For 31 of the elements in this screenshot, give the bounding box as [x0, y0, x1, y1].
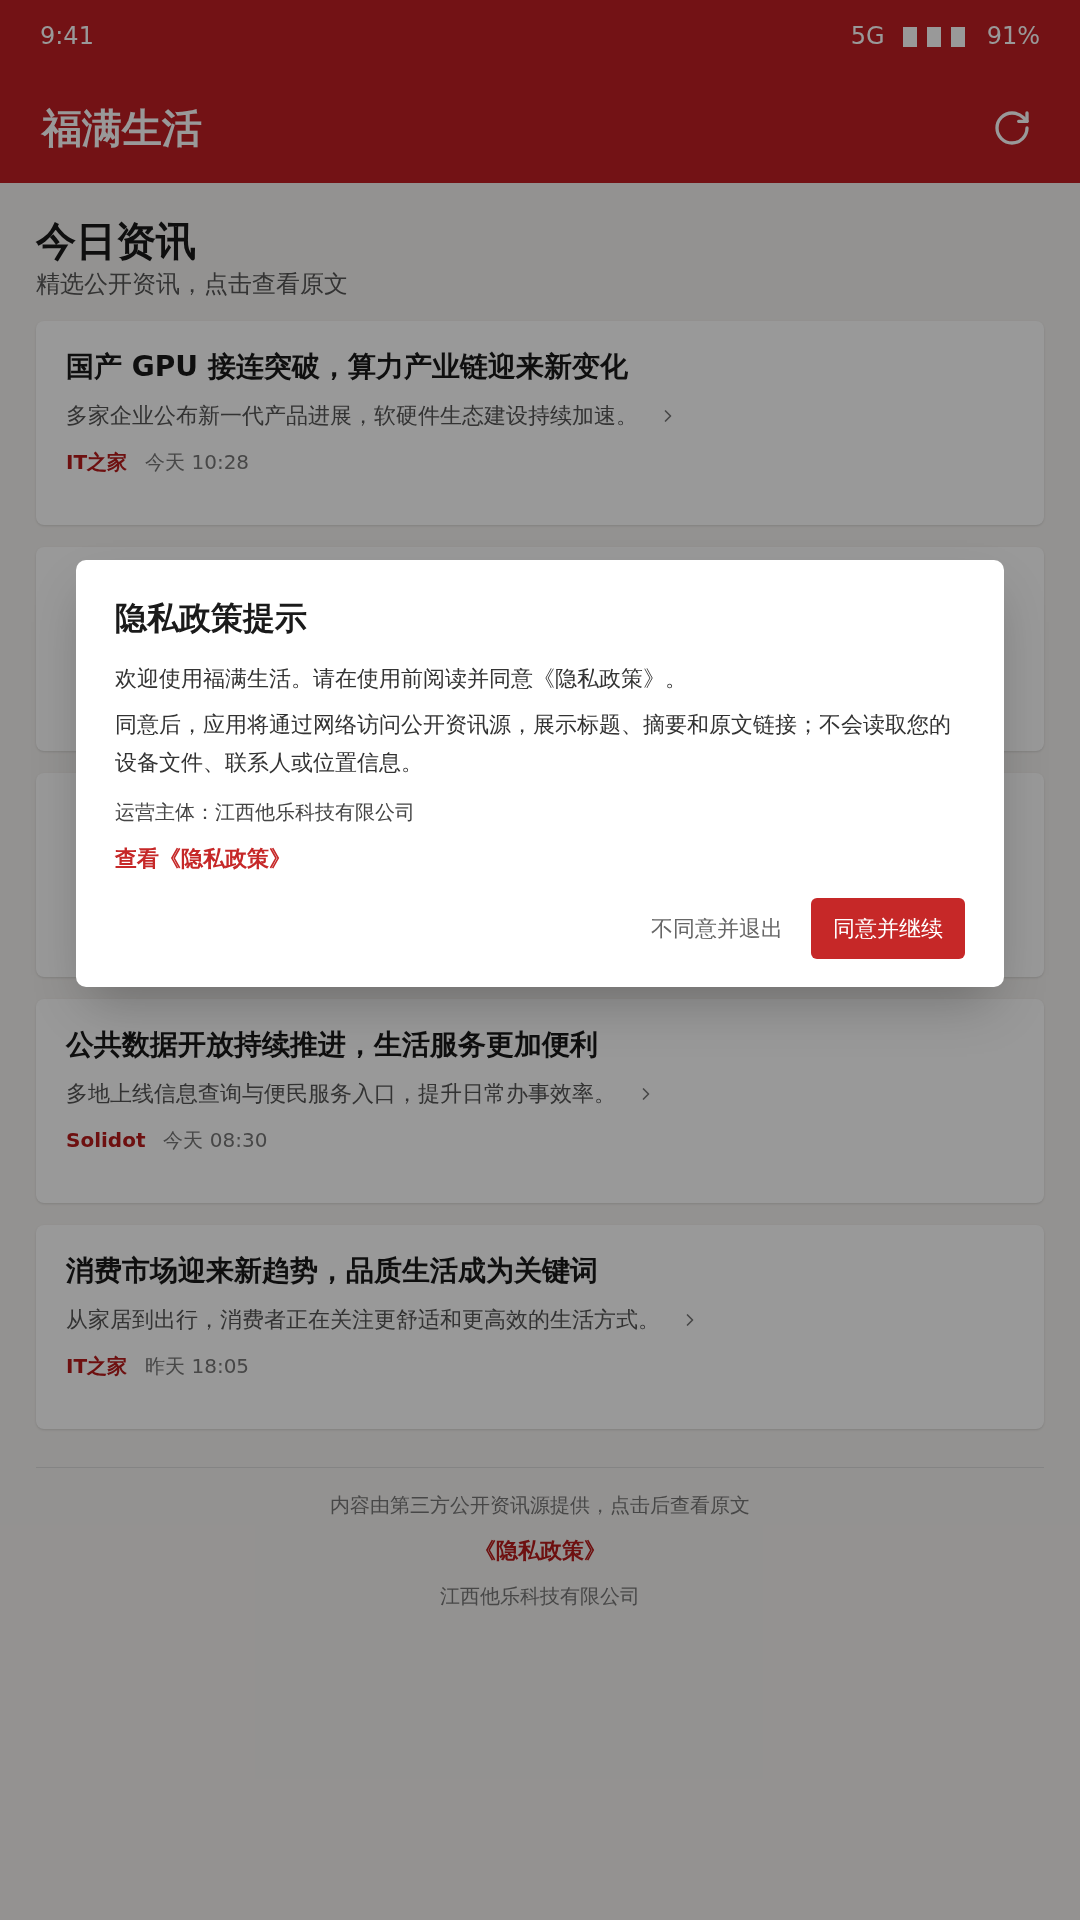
news-card[interactable]: 国产 GPU 接连突破，算力产业链迎来新变化 多家企业公布新一代产品进展，软硬件生态建设持续加速。 IT之家 今天 10:28	[36, 321, 1044, 525]
section-title: 今日资讯	[36, 217, 197, 266]
news-title: 消费市场迎来新趋势，品质生活成为关键词	[66, 1253, 599, 1289]
decline-button[interactable]: 不同意并退出	[649, 898, 785, 959]
news-summary: 多地上线信息查询与便民服务入口，提升日常办事效率。	[66, 1080, 616, 1108]
battery-label: 91%	[986, 21, 1040, 52]
news-source: IT之家	[66, 1353, 128, 1380]
view-policy-link[interactable]: 查看《隐私政策》	[115, 842, 965, 876]
news-source: IT之家	[66, 449, 128, 476]
news-title: 公共数据开放持续推进，生活服务更加便利	[66, 1027, 599, 1063]
news-summary: 从家居到出行，消费者正在关注更舒适和更高效的生活方式。	[66, 1306, 660, 1334]
news-card[interactable]: 消费市场迎来新趋势，品质生活成为关键词 从家居到出行，消费者正在关注更舒适和更高效的生活方式。 IT之家 昨天 18:05	[36, 1225, 1044, 1429]
operator-text: 运营主体：江西他乐科技有限公司	[115, 799, 416, 826]
status-time: 9:41	[40, 21, 94, 52]
news-time: 今天 10:28	[145, 449, 250, 476]
privacy-policy-link[interactable]: 《隐私政策》	[474, 1534, 606, 1567]
news-source: Solidot	[66, 1127, 146, 1154]
dialog-paragraph: 欢迎使用福满生活。请在使用前阅读并同意《隐私政策》。	[115, 665, 688, 693]
news-time: 今天 08:30	[163, 1127, 268, 1154]
footer-company: 江西他乐科技有限公司	[440, 1583, 640, 1610]
footer-note: 内容由第三方公开资讯源提供，点击后查看原文	[330, 1492, 750, 1519]
news-card[interactable]: 公共数据开放持续推进，生活服务更加便利 多地上线信息查询与便民服务入口，提升日常办事效率。 Solidot 今天 08:30	[36, 999, 1044, 1203]
dialog-title: 隐私政策提示	[115, 598, 308, 639]
app-title: 福满生活	[42, 103, 202, 153]
section-subtitle: 精选公开资讯，点击查看原文	[36, 269, 349, 300]
dialog-paragraph: 同意后，应用将通过网络访问公开资讯源，展示标题、摘要和原文链接；不会读取您的设备文件、联系人或位置信息。	[115, 711, 952, 777]
news-time: 昨天 18:05	[145, 1353, 250, 1380]
accept-button[interactable]: 同意并继续	[811, 898, 965, 959]
network-label: 5G	[850, 21, 885, 52]
news-title: 国产 GPU 接连突破，算力产业链迎来新变化	[66, 349, 629, 385]
news-summary: 多家企业公布新一代产品进展，软硬件生态建设持续加速。	[66, 402, 638, 430]
